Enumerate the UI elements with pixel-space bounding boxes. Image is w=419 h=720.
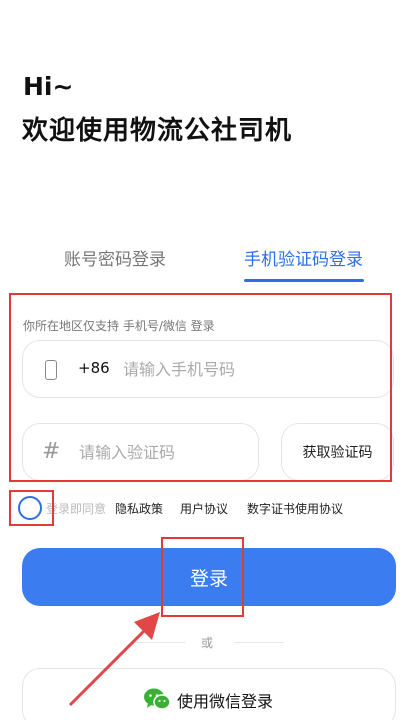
welcome-title: 欢迎使用物流公社司机: [22, 116, 293, 146]
greeting-text: Hi~: [23, 72, 74, 101]
wechat-icon: [144, 688, 171, 710]
annotation-box-checkbox: [9, 490, 54, 526]
divider-left: [135, 642, 185, 643]
privacy-policy-link[interactable]: 隐私政策: [115, 500, 163, 517]
login-screen: Hi~ 欢迎使用物流公社司机 账号密码登录 手机验证码登录 你所在地区仅支持 手…: [0, 0, 419, 720]
user-agreement-link[interactable]: 用户协议: [180, 500, 228, 517]
certificate-agreement-link[interactable]: 数字证书使用协议: [247, 500, 343, 517]
agreement-prefix: 登录即同意: [46, 502, 107, 516]
active-tab-indicator: [244, 279, 364, 282]
divider-right: [234, 642, 284, 643]
annotation-box-form: [9, 293, 392, 482]
or-divider-text: 或: [201, 636, 214, 650]
annotation-box-login: [161, 537, 244, 617]
wechat-login-button[interactable]: 使用微信登录: [22, 668, 396, 720]
tab-password-login[interactable]: 账号密码登录: [64, 248, 166, 272]
tab-sms-login[interactable]: 手机验证码登录: [244, 248, 363, 272]
wechat-login-label: 使用微信登录: [177, 692, 274, 711]
